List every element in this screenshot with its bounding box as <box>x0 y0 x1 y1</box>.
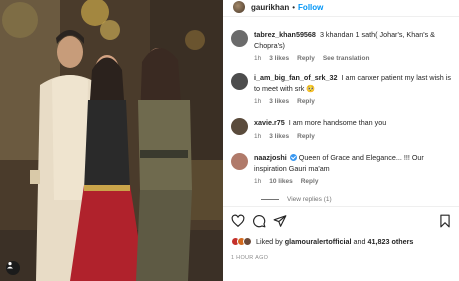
comment-text: I am more handsome than you <box>288 118 387 127</box>
follow-button[interactable]: Follow <box>298 3 323 12</box>
comment-meta: 1h 3 likes Reply <box>254 133 457 140</box>
reply-button[interactable]: Reply <box>301 178 319 185</box>
liked-by-prefix: Liked by <box>256 237 283 246</box>
tagged-users-button[interactable] <box>6 261 20 275</box>
view-replies-label: View replies (1) <box>287 196 332 203</box>
actions-divider <box>223 206 459 207</box>
post-timestamp[interactable]: 1 HOUR AGO <box>231 255 268 261</box>
author-avatar[interactable] <box>233 1 245 13</box>
comment-text-block: i_am_big_fan_of_srk_32 I am canxer patie… <box>254 73 457 94</box>
comment-time[interactable]: 1h <box>254 133 261 140</box>
post-photo <box>0 0 223 281</box>
commenter-username[interactable]: i_am_big_fan_of_srk_32 <box>254 73 338 82</box>
liked-by-and: and <box>353 237 366 246</box>
comment-meta: 1h 10 likes Reply <box>254 178 457 185</box>
verified-badge-icon <box>289 154 297 161</box>
reply-button[interactable]: Reply <box>297 55 315 62</box>
comment-likes[interactable]: 10 likes <box>269 178 293 185</box>
comment-item: xavie.r75 I am more handsome than you 1h… <box>231 118 457 140</box>
see-translation-button[interactable]: See translation <box>323 55 370 62</box>
share-icon[interactable] <box>273 214 287 228</box>
comment-item: i_am_big_fan_of_srk_32 I am canxer patie… <box>231 73 457 105</box>
reply-button[interactable]: Reply <box>297 98 315 105</box>
commenter-avatar[interactable] <box>231 30 248 47</box>
post-details-panel: gaurikhan • Follow tabrez_khan59568 3 kh… <box>223 0 459 281</box>
reply-button[interactable]: Reply <box>297 133 315 140</box>
heart-icon[interactable] <box>231 214 245 228</box>
comment-meta: 1h 3 likes Reply <box>254 98 457 105</box>
post-header: gaurikhan • Follow <box>223 0 459 14</box>
user-icon <box>7 262 13 269</box>
liked-by-user[interactable]: glamouralertofficial <box>285 237 352 246</box>
comment-time[interactable]: 1h <box>254 55 261 62</box>
comment-meta: 1h 3 likes Reply See translation <box>254 55 457 62</box>
comment-text-block: xavie.r75 I am more handsome than you <box>254 118 457 129</box>
commenter-username[interactable]: tabrez_khan59568 <box>254 30 316 39</box>
liked-by-others[interactable]: 41,823 others <box>367 237 413 246</box>
comment-icon[interactable] <box>252 214 266 228</box>
view-replies-button[interactable]: View replies (1) <box>261 196 332 203</box>
header-divider <box>223 16 459 17</box>
post-image[interactable] <box>0 0 223 281</box>
likes-summary: Liked by glamouralertofficial and 41,823… <box>231 237 413 246</box>
separator-dot: • <box>292 2 296 12</box>
bookmark-icon[interactable] <box>438 214 452 228</box>
likes-text: Liked by glamouralertofficial and 41,823… <box>256 237 413 246</box>
commenter-avatar[interactable] <box>231 118 248 135</box>
comment-text-block: tabrez_khan59568 3 khandan 1 sath( Johar… <box>254 30 457 51</box>
commenter-avatar[interactable] <box>231 153 248 170</box>
comment-text-block: naazjoshi Queen of Grace and Elegance...… <box>254 153 457 174</box>
commenter-username[interactable]: xavie.r75 <box>254 118 285 127</box>
comment-time[interactable]: 1h <box>254 178 261 185</box>
author-username[interactable]: gaurikhan <box>251 3 289 12</box>
comment-time[interactable]: 1h <box>254 98 261 105</box>
commenter-username[interactable]: naazjoshi <box>254 153 287 162</box>
replies-line <box>261 199 279 200</box>
action-bar <box>231 214 453 230</box>
comment-likes[interactable]: 3 likes <box>269 55 289 62</box>
comment-likes[interactable]: 3 likes <box>269 133 289 140</box>
liker-avatar <box>243 237 252 246</box>
comment-likes[interactable]: 3 likes <box>269 98 289 105</box>
comment-item: naazjoshi Queen of Grace and Elegance...… <box>231 153 457 185</box>
comment-item: tabrez_khan59568 3 khandan 1 sath( Johar… <box>231 30 457 62</box>
commenter-avatar[interactable] <box>231 73 248 90</box>
